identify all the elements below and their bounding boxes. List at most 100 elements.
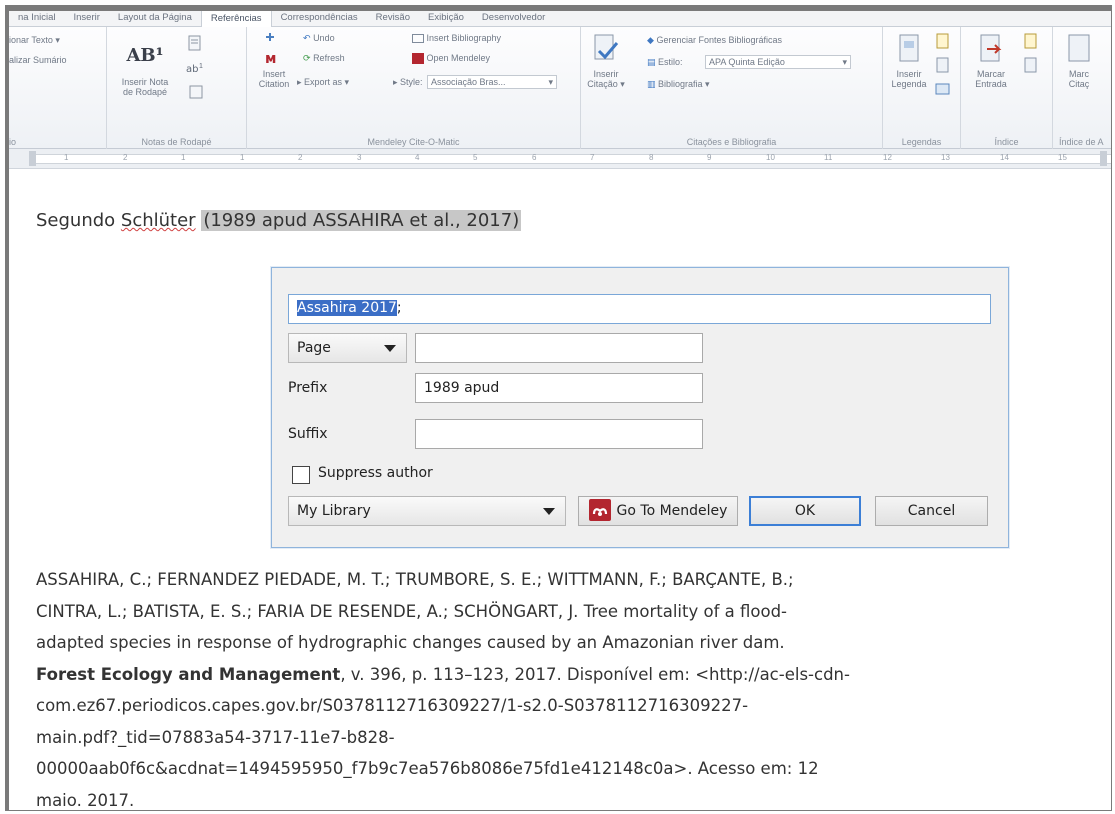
go-to-mendeley-button[interactable]: Go To Mendeley — [578, 496, 738, 526]
tab-desenvolvedor[interactable]: Desenvolvedor — [473, 11, 554, 26]
refresh-icon: ⟳ — [303, 53, 311, 63]
citation-style-value: Associação Bras... — [431, 77, 506, 87]
prefix-input[interactable]: 1989 apud — [415, 373, 703, 403]
undo-button[interactable]: ↶ Undo — [303, 33, 335, 44]
insert-endnote-icon[interactable] — [187, 35, 203, 51]
show-notes-icon[interactable] — [189, 85, 203, 99]
chevron-down-icon — [384, 345, 396, 352]
inserir-citacao-icon — [594, 34, 619, 60]
right-indent-marker[interactable] — [1100, 151, 1107, 166]
ok-button[interactable]: OK — [749, 496, 861, 526]
atualizar-sumario-button[interactable]: alizar Sumário — [9, 55, 67, 65]
estilo-label-text: Estilo: — [658, 57, 683, 67]
ruler-number: 4 — [415, 153, 420, 162]
gerenciar-fontes-button[interactable]: ◆ Gerenciar Fontes Bibliográficas — [647, 35, 782, 46]
cross-reference-icon[interactable] — [935, 81, 951, 97]
document-paragraph[interactable]: Segundo Schlüter (1989 apud ASSAHIRA et … — [36, 210, 522, 231]
next-footnote-icon[interactable]: ab 1 — [185, 61, 205, 75]
mendeley-logo-icon — [412, 53, 424, 65]
reference-line: com.ez67.periodicos.capes.gov.br/S037811… — [36, 696, 749, 715]
citation-field-highlight[interactable]: (1989 apud ASSAHIRA et al., 2017) — [201, 210, 522, 231]
insert-bibliography-button[interactable]: Insert Bibliography — [412, 33, 502, 44]
ruler-number: 1 — [240, 153, 245, 162]
citation-text-field[interactable]: Assahira 2017; — [288, 294, 991, 324]
locator-value-input[interactable] — [415, 333, 703, 363]
citation-style-dropdown[interactable]: Associação Bras... ▾ — [427, 75, 557, 89]
doc-text-author-name: Schlüter — [120, 210, 196, 231]
doc-text-prefix: Segundo — [36, 210, 121, 231]
reference-line: maio. 2017. — [36, 790, 135, 810]
insert-citation-label-line1: Insert — [262, 69, 286, 79]
group-notas-de-rodape: AB¹ Inserir Nota de Rodapé ab 1 Notas de… — [107, 27, 247, 149]
insert-index-icon[interactable] — [1023, 33, 1039, 49]
export-as-label: Export as ▾ — [304, 77, 350, 87]
ruler-number: 6 — [532, 153, 537, 162]
tab-layout-da-pagina[interactable]: Layout da Página — [109, 11, 201, 26]
tab-referencias[interactable]: Referências — [200, 11, 272, 27]
tab-pagina-inicial[interactable]: na Inicial — [9, 11, 65, 26]
inserir-citacao-button[interactable]: Inserir Citação ▾ — [585, 33, 627, 89]
word-window: na Inicial Inserir Layout da Página Refe… — [5, 5, 1112, 811]
update-index-icon[interactable] — [1023, 57, 1039, 73]
group-indice-de-autoridades: Marc Citaç Índice de A — [1053, 27, 1111, 149]
suppress-author-checkbox[interactable] — [292, 466, 310, 484]
ruler-number: 3 — [357, 153, 362, 162]
group-label-notas: Notas de Rodapé — [141, 137, 212, 147]
bibliography-entry[interactable]: ASSAHIRA, C.; FERNANDEZ PIEDADE, M. T.; … — [36, 564, 1091, 810]
marcar-entrada-label-line1: Marcar — [976, 69, 1005, 79]
group-label-citacoes: Citações e Bibliografia — [686, 137, 777, 147]
insert-bibliography-label: Insert Bibliography — [426, 33, 502, 43]
journal-title: Forest Ecology and Management — [36, 664, 341, 684]
bibliography-book-icon: ▥ — [647, 79, 656, 89]
reference-line-journal: Forest Ecology and Management, v. 396, p… — [36, 659, 1091, 691]
inserir-legenda-icon — [899, 34, 919, 62]
group-label-indice: Índice — [994, 137, 1019, 147]
suffix-input[interactable] — [415, 419, 703, 449]
journal-details: , v. 396, p. 113–123, 2017. Disponível e… — [340, 664, 850, 684]
insert-citation-button[interactable]: ᴍ Insert Citation — [255, 33, 293, 89]
group-legendas: Inserir Legenda Legendas — [883, 27, 961, 149]
update-table-icon[interactable] — [935, 57, 951, 73]
marcar-citacao-label-line1: Marc — [1069, 69, 1089, 79]
cancel-button[interactable]: Cancel — [875, 496, 988, 526]
estilo-value: APA Quinta Edição — [709, 57, 785, 67]
refresh-label: Refresh — [313, 53, 345, 63]
reference-line: adapted species in response of hydrograp… — [36, 633, 785, 652]
style-label: ▸ Style: — [393, 77, 423, 88]
tab-inserir[interactable]: Inserir — [65, 11, 109, 26]
group-sumario: ionar Texto ▾ alizar Sumário io — [9, 27, 107, 149]
refresh-button[interactable]: ⟳ Refresh — [303, 53, 345, 64]
tab-exibicao[interactable]: Exibição — [419, 11, 473, 26]
locator-type-dropdown[interactable]: Page — [288, 333, 407, 363]
group-label-sumario: io — [9, 137, 17, 147]
marcar-entrada-button[interactable]: Marcar Entrada — [967, 33, 1015, 89]
ruler-number: 9 — [707, 153, 712, 162]
ruler-number: 2 — [298, 153, 303, 162]
open-mendeley-button[interactable]: Open Mendeley — [412, 53, 491, 65]
left-indent-marker[interactable] — [29, 151, 36, 166]
inserir-nota-de-rodape-button[interactable]: AB¹ Inserir Nota de Rodapé — [115, 41, 175, 97]
mendeley-glyph — [592, 508, 607, 516]
export-as-button[interactable]: ▸ Export as ▾ — [297, 77, 349, 88]
marcar-citacao-button[interactable]: Marc Citaç — [1057, 33, 1101, 89]
horizontal-ruler[interactable]: 1 2 1 1 2 3 4 5 6 7 8 9 10 11 12 13 14 15 — [9, 149, 1111, 169]
ruler-number: 5 — [473, 153, 478, 162]
marcar-entrada-label-line2: Entrada — [975, 79, 1007, 89]
go-to-mendeley-label: Go To Mendeley — [616, 503, 728, 519]
chevron-down-icon — [543, 508, 555, 515]
tab-revisao[interactable]: Revisão — [367, 11, 419, 26]
chevron-down-icon: ▾ — [842, 57, 847, 67]
tab-correspondencias[interactable]: Correspondências — [272, 11, 367, 26]
open-mendeley-label: Open Mendeley — [426, 53, 491, 63]
adicionar-texto-button[interactable]: ionar Texto ▾ — [9, 35, 60, 46]
citation-style-estilo-dropdown[interactable]: APA Quinta Edição ▾ — [705, 55, 851, 69]
insert-table-of-figures-icon[interactable] — [935, 33, 951, 49]
ruler-number: 14 — [1000, 153, 1009, 162]
ribbon-tab-bar: na Inicial Inserir Layout da Página Refe… — [9, 11, 1111, 27]
library-value: My Library — [297, 503, 371, 519]
library-dropdown[interactable]: My Library — [288, 496, 566, 526]
inserir-legenda-button[interactable]: Inserir Legenda — [887, 33, 931, 89]
inserir-citacao-label-line2: Citação ▾ — [587, 79, 625, 89]
bibliografia-button[interactable]: ▥ Bibliografia ▾ — [647, 79, 710, 90]
ab-footnote-icon: AB¹ — [126, 45, 164, 66]
